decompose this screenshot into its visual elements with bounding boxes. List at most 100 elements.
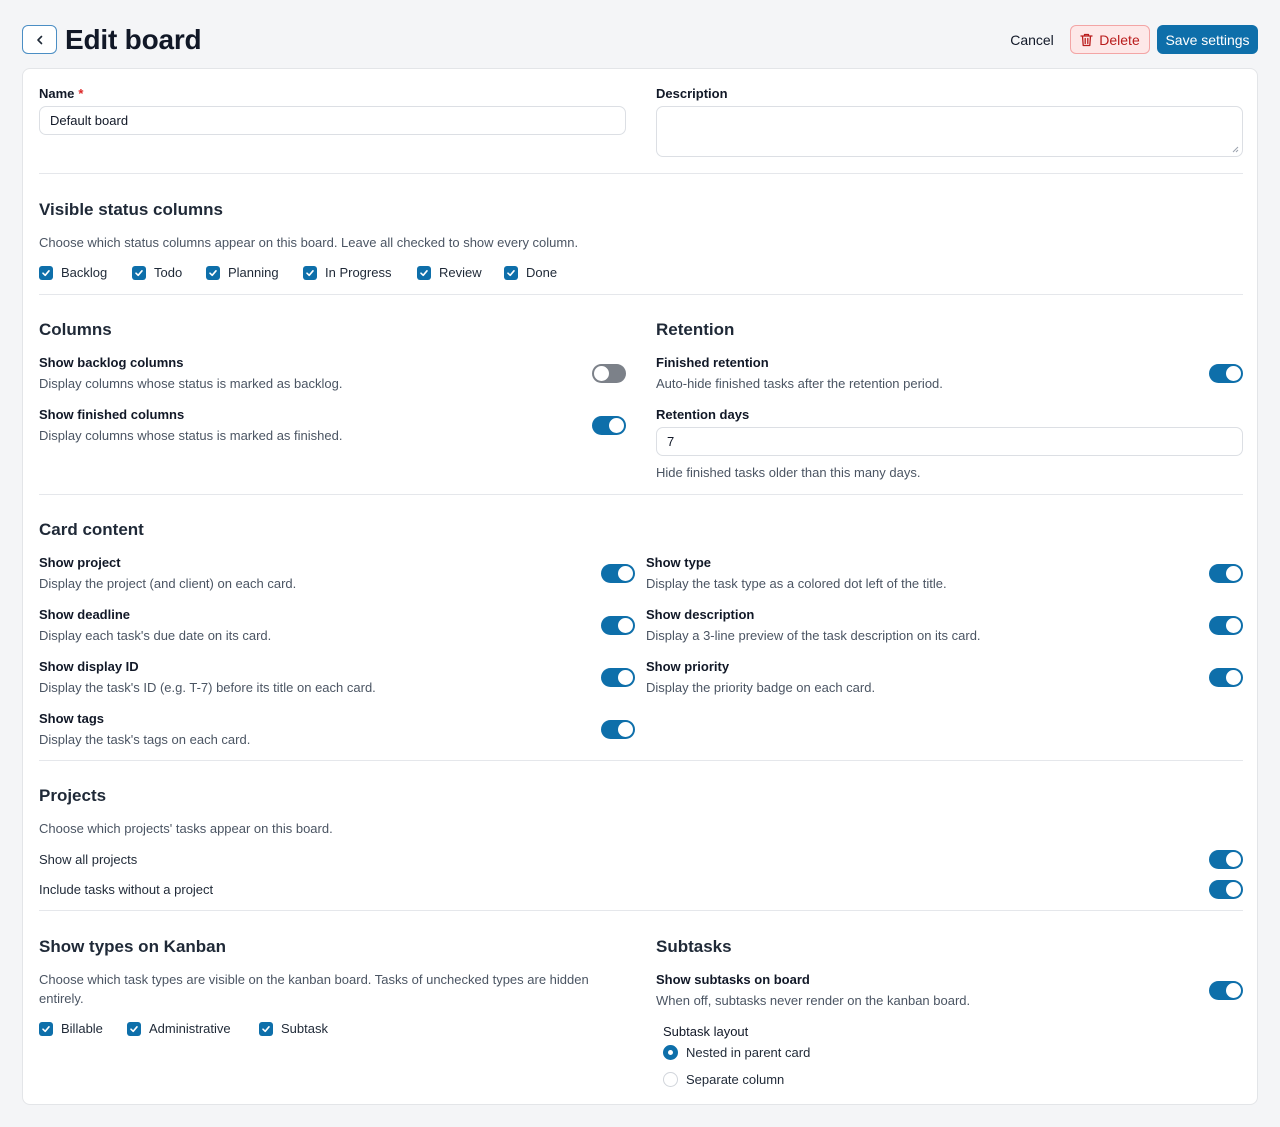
checkbox-label: Backlog [61, 265, 108, 280]
show-finished-toggle[interactable] [592, 416, 626, 435]
divider [39, 910, 1243, 911]
subtasks-section-title: Subtasks [656, 937, 732, 956]
trash-icon [1080, 33, 1093, 46]
checkbox-label: Planning [228, 265, 279, 280]
name-label-text: Name [39, 86, 75, 101]
projects-section-title: Projects [39, 786, 107, 805]
show-finished-description: Display columns whose status is marked a… [39, 428, 343, 443]
subtask-layout-label: Subtask layout [663, 1024, 749, 1039]
status-columns-title: Visible status columns [39, 200, 223, 219]
show-tags-label: Show tags [39, 711, 105, 726]
retention-days-label: Retention days [656, 407, 750, 422]
checkbox-checked-icon[interactable] [39, 1021, 53, 1036]
show-subtasks-description: When off, subtasks never render on the k… [656, 993, 971, 1008]
checkbox-in-progress[interactable]: In Progress [303, 265, 391, 280]
show-description-label: Show description [646, 607, 755, 622]
description-label: Description [656, 86, 728, 101]
delete-button-label: Delete [1099, 31, 1140, 48]
show-subtasks-toggle[interactable] [1209, 981, 1243, 1000]
radio-unselected-icon[interactable] [663, 1072, 678, 1087]
checkbox-planning[interactable]: Planning [206, 265, 279, 280]
show-all-projects-toggle[interactable] [1209, 850, 1243, 869]
show-project-label: Show project [39, 555, 121, 570]
finished-retention-label: Finished retention [656, 355, 769, 370]
retention-days-help: Hide finished tasks older than this many… [656, 465, 921, 480]
checkbox-subtask[interactable]: Subtask [259, 1021, 328, 1036]
include-without-project-toggle[interactable] [1209, 880, 1243, 899]
show-project-toggle[interactable] [601, 564, 635, 583]
checkbox-backlog[interactable]: Backlog [39, 265, 107, 280]
checkbox-label: Done [526, 265, 558, 280]
show-deadline-description: Display each task's due date on its card… [39, 628, 272, 643]
checkbox-administrative[interactable]: Administrative [127, 1021, 231, 1036]
checkbox-todo[interactable]: Todo [132, 265, 182, 280]
checkbox-label: Todo [154, 265, 183, 280]
checkbox-label: Review [439, 265, 482, 280]
radio-label: Nested in parent card [686, 1045, 811, 1060]
checkbox-checked-icon[interactable] [206, 265, 220, 280]
back-button[interactable] [22, 25, 57, 54]
description-textarea[interactable] [656, 106, 1243, 157]
show-priority-label: Show priority [646, 659, 730, 674]
show-all-projects-label: Show all projects [39, 852, 138, 867]
show-tags-toggle[interactable] [601, 720, 635, 739]
include-without-project-label: Include tasks without a project [39, 882, 214, 897]
page-header: Edit board Cancel Delete Save settings [0, 0, 1280, 68]
checkbox-checked-icon[interactable] [417, 265, 431, 280]
show-description-toggle[interactable] [1209, 616, 1243, 635]
chevron-left-icon [36, 35, 42, 44]
show-type-toggle[interactable] [1209, 564, 1243, 583]
page-title: Edit board [65, 24, 202, 55]
show-type-label: Show type [646, 555, 712, 570]
radio-nested-in-parent[interactable]: Nested in parent card [663, 1045, 810, 1060]
show-display-id-toggle[interactable] [601, 668, 635, 687]
show-display-id-label: Show display ID [39, 659, 139, 674]
show-type-description: Display the task type as a colored dot l… [646, 576, 947, 591]
radio-label: Separate column [686, 1072, 785, 1087]
retention-days-input[interactable]: 7 [656, 427, 1243, 456]
checkbox-done[interactable]: Done [504, 265, 557, 280]
radio-selected-icon[interactable] [663, 1045, 678, 1060]
radio-separate-column[interactable]: Separate column [663, 1072, 784, 1087]
checkbox-checked-icon[interactable] [39, 265, 53, 280]
resize-grip-icon[interactable] [1231, 145, 1239, 153]
save-settings-button[interactable]: Save settings [1157, 25, 1258, 54]
projects-description: Choose which projects' tasks appear on t… [39, 821, 333, 836]
checkbox-checked-icon[interactable] [127, 1021, 141, 1036]
checkbox-checked-icon[interactable] [132, 265, 146, 280]
show-tags-description: Display the task's tags on each card. [39, 732, 251, 747]
checkbox-label: Subtask [281, 1021, 328, 1036]
checkbox-review[interactable]: Review [417, 265, 482, 280]
show-backlog-toggle[interactable] [592, 364, 626, 383]
show-backlog-label: Show backlog columns [39, 355, 184, 370]
checkbox-checked-icon[interactable] [303, 265, 317, 280]
card-content-title: Card content [39, 520, 144, 539]
columns-section-title: Columns [39, 320, 112, 339]
show-priority-toggle[interactable] [1209, 668, 1243, 687]
finished-retention-toggle[interactable] [1209, 364, 1243, 383]
retention-section-title: Retention [656, 320, 735, 339]
name-label: Name * [39, 85, 83, 103]
checkbox-checked-icon[interactable] [259, 1021, 273, 1036]
show-deadline-label: Show deadline [39, 607, 131, 622]
divider [39, 494, 1243, 495]
status-columns-description: Choose which status columns appear on th… [39, 235, 579, 250]
types-description-line2: entirely. [39, 991, 84, 1006]
cancel-button[interactable]: Cancel [1000, 25, 1064, 54]
name-input[interactable]: Default board [39, 106, 626, 135]
finished-retention-description: Auto-hide finished tasks after the reten… [656, 376, 943, 391]
divider [39, 760, 1243, 761]
checkbox-billable[interactable]: Billable [39, 1021, 103, 1036]
delete-button[interactable]: Delete [1070, 25, 1150, 54]
show-deadline-toggle[interactable] [601, 616, 635, 635]
types-description-line1: Choose which task types are visible on t… [39, 972, 589, 987]
page-footer-area [0, 1105, 1280, 1127]
checkbox-label: Administrative [149, 1021, 231, 1036]
board-settings-card: Name * Default board Description Visible … [22, 68, 1258, 1105]
checkbox-checked-icon[interactable] [504, 265, 518, 280]
show-project-description: Display the project (and client) on each… [39, 576, 297, 591]
checkbox-label: In Progress [325, 265, 392, 280]
show-display-id-description: Display the task's ID (e.g. T-7) before … [39, 680, 376, 695]
types-section-title: Show types on Kanban [39, 937, 227, 956]
show-description-description: Display a 3-line preview of the task des… [646, 628, 981, 643]
